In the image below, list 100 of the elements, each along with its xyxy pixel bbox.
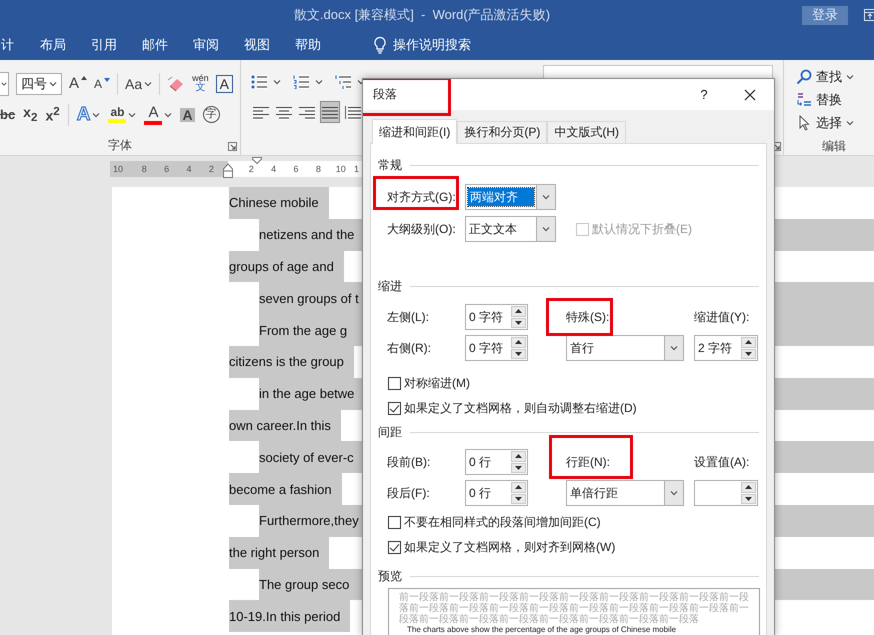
section-heading: 间距 <box>378 424 402 441</box>
eraser-icon <box>167 76 186 92</box>
spin-up-button[interactable] <box>511 337 526 348</box>
align-justify-icon <box>322 106 338 118</box>
checkbox[interactable] <box>388 541 401 554</box>
down-triangle-icon <box>104 78 110 82</box>
spin-field[interactable]: 0 字符 <box>465 304 528 330</box>
up-triangle-icon <box>745 340 752 344</box>
spin-up-button[interactable] <box>741 337 756 348</box>
spin-down-button[interactable] <box>511 494 526 504</box>
caret-icon <box>542 194 550 200</box>
caret-icon <box>670 490 678 496</box>
change-case-button[interactable]: Aa <box>125 72 152 96</box>
close-button[interactable] <box>742 86 758 102</box>
dropdown[interactable]: 两端对齐 <box>465 184 556 210</box>
subscript-button[interactable]: x$_{2}$ <box>23 102 38 126</box>
ribbon-tab[interactable]: 帮助 <box>295 36 321 54</box>
help-button[interactable]: ? <box>698 87 710 102</box>
replace-icon <box>796 92 812 108</box>
ribbon-tab[interactable]: 视图 <box>244 36 270 54</box>
close-icon <box>744 88 756 100</box>
dialog-tab[interactable]: 中文版式(H) <box>547 121 626 143</box>
ribbon-tab[interactable]: 审阅 <box>193 36 219 54</box>
field-label: 对齐方式(G): <box>387 188 456 206</box>
strikethrough-button[interactable]: bc <box>0 102 16 126</box>
spin-up-button[interactable] <box>741 482 756 492</box>
spin-field[interactable]: 2 字符 <box>694 335 758 361</box>
shrink-font-button[interactable]: A <box>94 72 110 96</box>
superscript-button[interactable]: x$^{2}$ <box>45 102 60 126</box>
ribbon-display-icon <box>864 9 874 21</box>
ribbon-tab[interactable]: 计 <box>1 36 14 54</box>
phonetic-guide-button[interactable]: wén 文 <box>192 72 209 96</box>
down-triangle-icon <box>515 466 522 470</box>
ruler-number: 2 <box>208 164 215 174</box>
spin-down-button[interactable] <box>741 494 756 504</box>
align-justify-button[interactable] <box>320 101 340 123</box>
dialog-tab[interactable]: 换行和分页(P) <box>457 121 548 143</box>
spin-up-button[interactable] <box>511 451 526 462</box>
checkbox[interactable] <box>388 516 401 529</box>
section-heading: 常规 <box>378 157 402 174</box>
checkbox[interactable] <box>388 402 401 415</box>
spin-field[interactable] <box>694 480 758 506</box>
font-size-dropdown[interactable]: 四号 <box>16 72 62 94</box>
down-triangle-icon <box>515 496 522 501</box>
align-right-icon <box>299 106 315 118</box>
spin-field[interactable]: 0 行 <box>465 449 528 475</box>
down-triangle-icon <box>515 320 522 325</box>
spin-field[interactable]: 0 字符 <box>465 335 528 361</box>
up-triangle-icon <box>515 309 522 314</box>
align-left-icon <box>253 106 269 118</box>
font-name-dropdown[interactable] <box>0 72 9 96</box>
window-title: 散文.docx [兼容模式] - Word(产品激活失败) <box>294 6 552 24</box>
caret-icon <box>1 80 7 86</box>
caret-icon <box>315 79 323 85</box>
field-label: 段后(F): <box>387 484 431 502</box>
ruler-number: 10 <box>334 164 347 174</box>
find-button[interactable]: 查找 <box>796 66 874 89</box>
up-triangle-icon <box>515 485 522 490</box>
ribbon-tab[interactable]: 邮件 <box>142 36 168 54</box>
spin-down-button[interactable] <box>741 348 756 359</box>
group-label: 编辑 <box>822 138 847 156</box>
replace-button[interactable]: 替换 <box>796 88 874 112</box>
ribbon-tab[interactable]: 引用 <box>91 36 117 54</box>
search-icon <box>796 69 812 86</box>
spin-down-button[interactable] <box>511 462 526 473</box>
highlight-button[interactable]: ab <box>108 102 136 126</box>
ruler-number: 8 <box>314 164 322 174</box>
caret-icon <box>273 79 281 85</box>
grow-font-button[interactable]: A <box>69 72 88 96</box>
checkbox-label: 不要在相同样式的段落间增加间距(C) <box>404 514 601 531</box>
spin-up-button[interactable] <box>511 482 526 492</box>
dialog-title: 段落 <box>373 86 397 103</box>
align-distributed-icon <box>345 106 361 118</box>
group-label: 字体 <box>108 136 132 154</box>
ribbon-tab[interactable]: 布局 <box>40 36 66 54</box>
ruler-number: 2 <box>248 164 255 174</box>
ruler-number: 6 <box>163 164 170 174</box>
spin-down-button[interactable] <box>511 318 526 328</box>
up-triangle-icon <box>745 485 752 490</box>
spin-up-button[interactable] <box>511 306 526 316</box>
bulleted-list-icon <box>251 75 268 89</box>
numbered-list-icon <box>293 75 310 89</box>
ruler-number: 8 <box>140 164 148 174</box>
up-triangle-icon <box>81 76 88 80</box>
tell-me-search[interactable]: 操作说明搜索 <box>393 36 471 54</box>
font-color-button[interactable]: A <box>144 102 172 126</box>
section-heading: 预览 <box>378 568 402 585</box>
caret-icon <box>670 345 678 351</box>
spin-down-button[interactable] <box>511 348 526 359</box>
dialog-tab[interactable]: 缩进和间距(I) <box>372 119 458 144</box>
dropdown[interactable]: 正文文本 <box>465 216 556 242</box>
down-triangle-icon <box>745 496 752 501</box>
dropdown[interactable]: 单倍行距 <box>566 480 684 506</box>
multilevel-list-icon <box>335 75 352 89</box>
up-triangle-icon <box>515 454 522 458</box>
field-label: 段前(B): <box>387 454 432 470</box>
select-button[interactable]: 选择 <box>796 111 874 134</box>
dropdown[interactable]: 首行 <box>566 335 684 361</box>
checkbox[interactable] <box>388 377 401 390</box>
spin-field[interactable]: 0 行 <box>465 480 528 506</box>
